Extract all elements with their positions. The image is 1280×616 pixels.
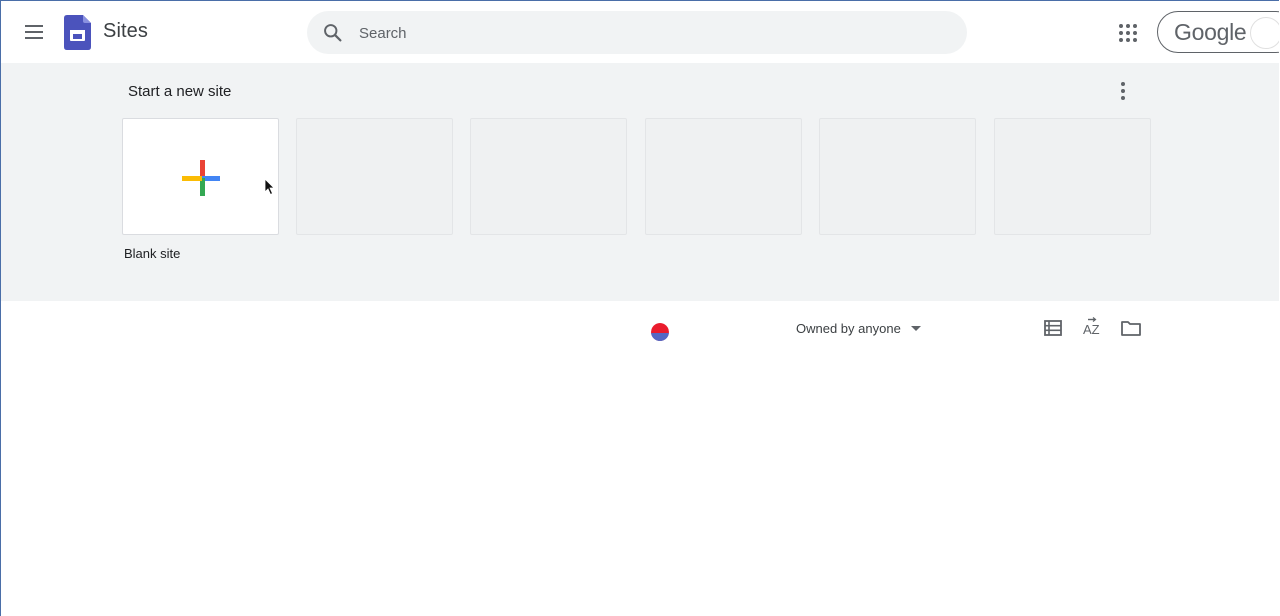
apps-grid-icon[interactable] (1114, 19, 1142, 47)
search-icon[interactable] (322, 22, 343, 43)
template-tile-placeholder[interactable] (645, 118, 802, 235)
blank-site-tile[interactable] (122, 118, 279, 235)
template-tile-placeholder[interactable] (470, 118, 627, 235)
template-tile-placeholder[interactable] (994, 118, 1151, 235)
blank-site-label[interactable]: Blank site (124, 246, 180, 261)
loading-spinner-icon (651, 323, 669, 341)
main-menu-button[interactable] (19, 17, 49, 47)
more-vert-icon[interactable] (1111, 79, 1135, 103)
list-view-icon[interactable] (1042, 317, 1064, 339)
avatar[interactable] (1250, 17, 1279, 49)
google-sites-logo-icon[interactable] (64, 15, 91, 50)
sort-az-icon[interactable]: AZ (1081, 317, 1103, 339)
template-gallery: Start a new site Blank site (1, 63, 1279, 301)
top-app-bar: Sites Google (1, 1, 1279, 63)
sites-home-page: Sites Google Start a new site (0, 0, 1279, 616)
app-title[interactable]: Sites (103, 20, 148, 43)
svg-text:AZ: AZ (1083, 322, 1100, 337)
search-input[interactable] (357, 11, 951, 56)
plus-icon (182, 160, 220, 196)
hamburger-menu-icon (25, 25, 43, 39)
mouse-pointer-icon (265, 179, 275, 195)
template-section-title: Start a new site (128, 83, 232, 100)
template-tile-placeholder[interactable] (296, 118, 453, 235)
template-tile-placeholder[interactable] (819, 118, 976, 235)
account-button[interactable]: Google (1157, 11, 1279, 53)
search-bar[interactable] (307, 11, 967, 56)
google-account-brand: Google (1174, 19, 1247, 45)
chevron-down-icon (910, 325, 921, 331)
owner-filter-dropdown[interactable]: Owned by anyone (796, 319, 921, 337)
owner-filter-label: Owned by anyone (796, 320, 901, 336)
folder-icon[interactable] (1120, 317, 1142, 339)
